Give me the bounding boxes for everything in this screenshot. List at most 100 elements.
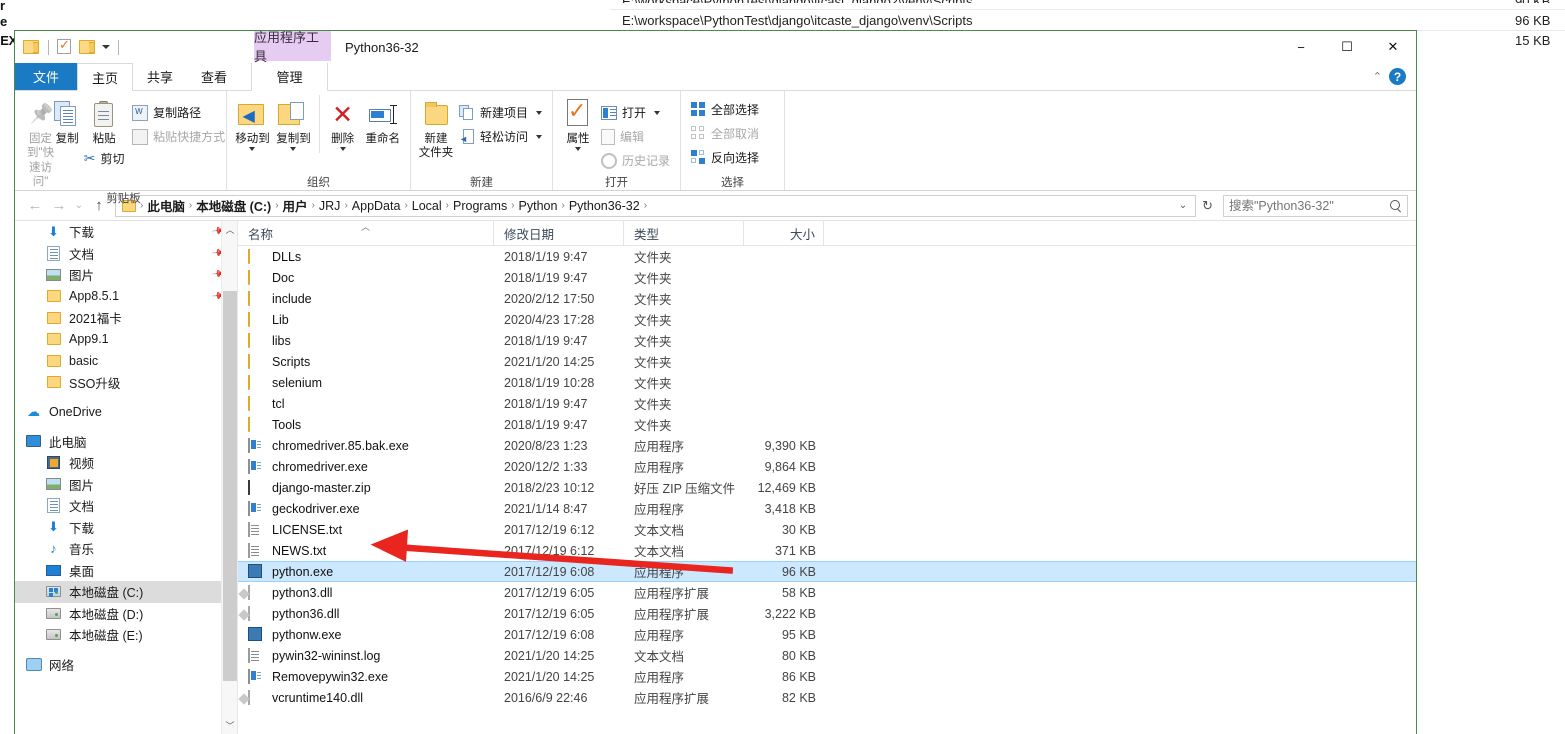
properties-caret-icon[interactable] xyxy=(574,147,581,152)
copy-to-button[interactable]: 复制到 xyxy=(274,95,313,152)
edit-button[interactable]: 编辑 xyxy=(597,126,674,147)
invert-selection-button[interactable]: 反向选择 xyxy=(687,147,763,168)
sidebar-item-local-disk-e[interactable]: 本地磁盘 (E:) xyxy=(15,624,237,646)
select-all-button[interactable]: 全部选择 xyxy=(687,99,763,120)
breadcrumb-item-7[interactable]: Python xyxy=(516,199,561,213)
sidebar-scrollbar-thumb[interactable] xyxy=(223,291,237,681)
copy-path-button[interactable]: 复制路径 xyxy=(128,102,229,123)
paste-button[interactable]: 粘贴 xyxy=(80,95,128,146)
tab-share[interactable]: 共享 xyxy=(133,63,187,90)
table-row[interactable]: DLLs 2018/1/19 9:47 文件夹 xyxy=(238,246,1416,267)
rename-button[interactable]: 重命名 xyxy=(361,95,404,146)
paste-shortcut-button[interactable]: 粘贴快捷方式 xyxy=(128,126,229,147)
sidebar-item-videos[interactable]: 视频 xyxy=(15,452,237,474)
select-none-button[interactable]: 全部取消 xyxy=(687,123,763,144)
table-row[interactable]: geckodriver.exe 2021/1/14 8:47 应用程序 3,418 K… xyxy=(238,498,1416,519)
tab-view[interactable]: 查看 xyxy=(187,63,241,90)
table-row[interactable]: python36.dll 2017/12/19 6:05 应用程序扩展 3,222 K… xyxy=(238,603,1416,624)
sidebar-item-app91[interactable]: App9.1 xyxy=(15,329,237,351)
breadcrumb-item-2[interactable]: 用户 xyxy=(280,196,311,215)
column-header-date[interactable]: 修改日期 xyxy=(494,221,624,245)
search-input[interactable] xyxy=(1229,198,1379,213)
search-box[interactable] xyxy=(1223,194,1408,217)
sidebar-item-local-disk-d[interactable]: 本地磁盘 (D:) xyxy=(15,603,237,625)
table-row[interactable]: Tools 2018/1/19 9:47 文件夹 xyxy=(238,414,1416,435)
move-to-button[interactable]: ◀ 移动到 xyxy=(233,95,272,152)
sidebar-scrollbar[interactable]: ︿ ﹀ xyxy=(221,221,237,734)
scroll-up-icon[interactable]: ︿ xyxy=(222,221,237,238)
delete-button[interactable]: ✕ 删除 xyxy=(326,95,360,152)
tab-manage[interactable]: 管理 xyxy=(251,63,329,91)
sidebar-item-2021fuka[interactable]: 2021福卡 xyxy=(15,307,237,329)
table-row[interactable]: Removepywin32.exe 2021/1/20 14:25 应用程序 86 K… xyxy=(238,666,1416,687)
table-row[interactable]: Scripts 2021/1/20 14:25 文件夹 xyxy=(238,351,1416,372)
column-header-spacer[interactable] xyxy=(824,221,1416,245)
table-row[interactable]: Doc 2018/1/19 9:47 文件夹 xyxy=(238,267,1416,288)
table-row[interactable]: include 2020/2/12 17:50 文件夹 xyxy=(238,288,1416,309)
open-button[interactable]: 打开 xyxy=(597,102,674,123)
minimize-button[interactable]: − xyxy=(1278,31,1324,63)
history-button[interactable]: 历史记录 xyxy=(597,150,674,171)
table-row[interactable]: selenium 2018/1/19 10:28 文件夹 xyxy=(238,372,1416,393)
sidebar-item-documents-pc[interactable]: 文档 xyxy=(15,495,237,517)
easy-access-caret-icon[interactable] xyxy=(536,134,542,139)
table-row[interactable]: python.exe 2017/12/19 6:08 应用程序 96 KB xyxy=(238,561,1416,582)
table-row[interactable]: chromedriver.exe 2020/12/2 1:33 应用程序 9,864 … xyxy=(238,456,1416,477)
breadcrumb-sep-9[interactable]: › xyxy=(643,200,648,211)
address-chevron-down-icon[interactable]: ⌄ xyxy=(1173,200,1193,211)
sidebar-item-sso[interactable]: SSO升级 xyxy=(15,372,237,394)
sidebar-item-downloads-pc[interactable]: ⬇ 下载 xyxy=(15,517,237,539)
qat-chevron-down-icon[interactable] xyxy=(102,45,110,49)
sidebar-item-app851[interactable]: App8.5.1 📌 xyxy=(15,286,237,308)
easy-access-button[interactable]: ◄ 轻松访问 xyxy=(455,126,546,147)
sidebar-item-pictures-pc[interactable]: 图片 xyxy=(15,474,237,496)
tab-home[interactable]: 主页 xyxy=(77,63,134,91)
maximize-button[interactable]: ☐ xyxy=(1324,31,1370,63)
help-icon[interactable]: ? xyxy=(1389,68,1406,85)
cut-button[interactable]: ✂ 剪切 xyxy=(80,148,129,169)
delete-caret-icon[interactable] xyxy=(339,147,346,152)
table-row[interactable]: django-master.zip 2018/2/23 10:12 好压 ZIP 压… xyxy=(238,477,1416,498)
table-row[interactable]: tcl 2018/1/19 9:47 文件夹 xyxy=(238,393,1416,414)
sidebar-item-basic[interactable]: basic xyxy=(15,350,237,372)
table-row[interactable]: LICENSE.txt 2017/12/19 6:12 文本文档 30 KB xyxy=(238,519,1416,540)
table-row[interactable]: chromedriver.85.bak.exe 2020/8/23 1:23 应用程… xyxy=(238,435,1416,456)
breadcrumb-item-3[interactable]: JRJ xyxy=(316,199,344,213)
qat-new-folder-icon[interactable] xyxy=(79,39,96,56)
tab-file[interactable]: 文件 xyxy=(15,63,78,90)
breadcrumb-item-8[interactable]: Python36-32 xyxy=(566,199,643,213)
breadcrumb-item-4[interactable]: AppData xyxy=(349,199,404,213)
table-row[interactable]: NEWS.txt 2017/12/19 6:12 文本文档 371 KB xyxy=(238,540,1416,561)
collapse-ribbon-icon[interactable]: ⌃ xyxy=(1373,70,1382,83)
table-row[interactable]: Lib 2020/4/23 17:28 文件夹 xyxy=(238,309,1416,330)
sidebar-item-pictures[interactable]: 图片 📌 xyxy=(15,264,237,286)
address-input[interactable]: › 此电脑 › 本地磁盘 (C:) › 用户 › JRJ › AppData ›… xyxy=(115,194,1197,217)
table-row[interactable]: libs 2018/1/19 9:47 文件夹 xyxy=(238,330,1416,351)
table-row[interactable]: pythonw.exe 2017/12/19 6:08 应用程序 95 KB xyxy=(238,624,1416,645)
copy-to-caret-icon[interactable] xyxy=(290,147,297,152)
column-header-type[interactable]: 类型 xyxy=(624,221,744,245)
new-folder-button[interactable]: 新建 文件夹 xyxy=(417,95,455,161)
search-icon[interactable] xyxy=(1390,199,1402,212)
column-header-name[interactable]: 名称 ︿ xyxy=(238,221,494,245)
properties-button[interactable]: ✓ 属性 xyxy=(559,95,597,152)
move-to-caret-icon[interactable] xyxy=(249,147,256,152)
qat-properties-icon[interactable] xyxy=(57,37,74,56)
new-item-caret-icon[interactable] xyxy=(536,110,542,115)
new-item-button[interactable]: 新建项目 xyxy=(455,102,546,123)
sidebar-item-downloads[interactable]: ⬇ 下载 📌 xyxy=(15,221,237,243)
breadcrumb-item-5[interactable]: Local xyxy=(409,199,445,213)
column-header-size[interactable]: 大小 xyxy=(744,221,824,245)
sidebar-item-this-pc[interactable]: 此电脑 xyxy=(15,431,237,453)
qat-folder-icon[interactable] xyxy=(23,39,40,56)
table-row[interactable]: pywin32-wininst.log 2021/1/20 14:25 文本文档 80… xyxy=(238,645,1416,666)
close-button[interactable]: ✕ xyxy=(1370,31,1416,63)
copy-button[interactable]: 复制 xyxy=(54,95,80,146)
sidebar-item-music[interactable]: ♪ 音乐 xyxy=(15,538,237,560)
sidebar-item-desktop[interactable]: 桌面 xyxy=(15,560,237,582)
table-row[interactable]: vcruntime140.dll 2016/6/9 22:46 应用程序扩展 82 K… xyxy=(238,687,1416,708)
breadcrumb-item-6[interactable]: Programs xyxy=(450,199,510,213)
pin-to-quick-access-button[interactable]: 固定到"快 速访问" xyxy=(27,95,54,190)
open-caret-icon[interactable] xyxy=(654,110,660,115)
sidebar-item-network[interactable]: 网络 xyxy=(15,654,237,676)
